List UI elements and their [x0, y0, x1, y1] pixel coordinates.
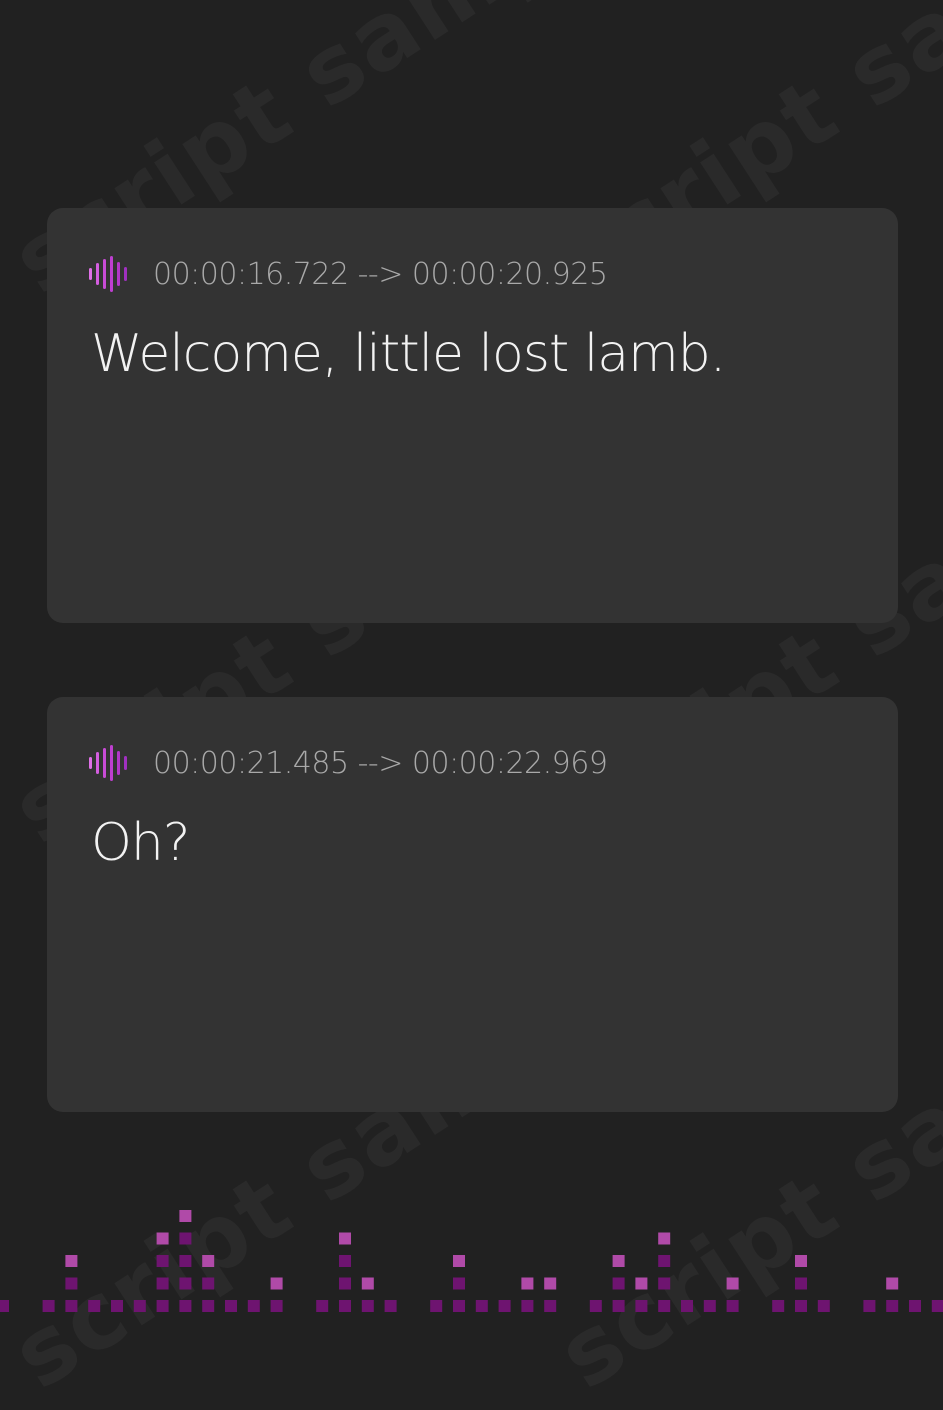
equalizer-block — [430, 1300, 443, 1312]
audio-waveform-icon — [89, 256, 127, 292]
equalizer-block — [156, 1232, 169, 1245]
equalizer-block — [544, 1277, 557, 1290]
equalizer-block — [521, 1277, 534, 1290]
equalizer-block — [339, 1277, 351, 1290]
equalizer-block — [42, 1300, 55, 1312]
cue-text: Welcome, little lost lamb. — [91, 324, 726, 384]
equalizer-block — [179, 1277, 192, 1290]
equalizer-block — [681, 1300, 693, 1312]
equalizer-block — [612, 1277, 625, 1290]
equalizer-block — [133, 1300, 146, 1312]
equalizer-block — [179, 1232, 192, 1245]
equalizer-block — [658, 1300, 671, 1312]
cue-timing: 00:00:21.485 --> 00:00:22.969 — [153, 745, 608, 781]
equalizer-block — [453, 1255, 465, 1267]
equalizer-block — [498, 1300, 511, 1312]
equalizer-block — [270, 1300, 283, 1312]
equalizer-block — [65, 1277, 78, 1290]
equalizer-block — [931, 1300, 943, 1312]
equalizer-block — [658, 1277, 671, 1290]
equalizer-block — [544, 1300, 557, 1312]
equalizer-block — [179, 1300, 192, 1312]
equalizer-block — [225, 1300, 237, 1312]
equalizer-block — [635, 1300, 648, 1312]
cue-text: Oh? — [91, 813, 190, 873]
equalizer-block — [703, 1300, 716, 1312]
equalizer-block — [88, 1300, 101, 1312]
equalizer-block — [863, 1300, 876, 1312]
equalizer-block — [156, 1300, 169, 1312]
equalizer-block — [202, 1255, 215, 1267]
subtitle-cue-card[interactable]: 00:00:16.722 --> 00:00:20.925 Welcome, l… — [47, 208, 898, 623]
equalizer-block — [795, 1277, 807, 1290]
equalizer-block — [111, 1300, 123, 1312]
equalizer-block — [361, 1300, 374, 1312]
equalizer-block — [475, 1300, 488, 1312]
equalizer-block — [202, 1277, 215, 1290]
equalizer-block — [795, 1255, 807, 1267]
subtitle-cue-card[interactable]: 00:00:21.485 --> 00:00:22.969 Oh? — [47, 697, 898, 1112]
equalizer-block — [772, 1300, 785, 1312]
equalizer-block — [0, 1300, 9, 1312]
equalizer-block — [726, 1277, 739, 1290]
equalizer-block — [795, 1300, 807, 1312]
equalizer-block — [156, 1255, 169, 1267]
equalizer-block — [589, 1300, 602, 1312]
equalizer-block — [453, 1300, 465, 1312]
equalizer-block — [521, 1300, 534, 1312]
equalizer-block — [270, 1277, 283, 1290]
equalizer-block — [453, 1277, 465, 1290]
equalizer-block — [339, 1300, 351, 1312]
equalizer-block — [886, 1300, 899, 1312]
equalizer-block — [339, 1232, 351, 1245]
equalizer-block — [202, 1300, 215, 1312]
equalizer-block — [339, 1255, 351, 1267]
equalizer-block — [156, 1277, 169, 1290]
equalizer-block — [658, 1232, 671, 1245]
equalizer-block — [886, 1277, 899, 1290]
cue-timing: 00:00:16.722 --> 00:00:20.925 — [153, 256, 608, 292]
equalizer-block — [658, 1255, 671, 1267]
equalizer-block — [65, 1255, 78, 1267]
equalizer-block — [612, 1300, 625, 1312]
equalizer-block — [635, 1277, 648, 1290]
equalizer-block — [817, 1300, 830, 1312]
equalizer-block — [247, 1300, 260, 1312]
equalizer-block — [612, 1255, 625, 1267]
equalizer-block — [65, 1300, 78, 1312]
equalizer-block — [361, 1277, 374, 1290]
equalizer-block — [384, 1300, 397, 1312]
equalizer-visualizer — [0, 1210, 943, 1312]
audio-waveform-icon — [89, 745, 127, 781]
equalizer-block — [726, 1300, 739, 1312]
equalizer-block — [179, 1210, 192, 1222]
cue-header: 00:00:16.722 --> 00:00:20.925 — [89, 256, 608, 292]
equalizer-block — [909, 1300, 921, 1312]
equalizer-block — [179, 1255, 192, 1267]
cue-header: 00:00:21.485 --> 00:00:22.969 — [89, 745, 608, 781]
equalizer-block — [316, 1300, 329, 1312]
